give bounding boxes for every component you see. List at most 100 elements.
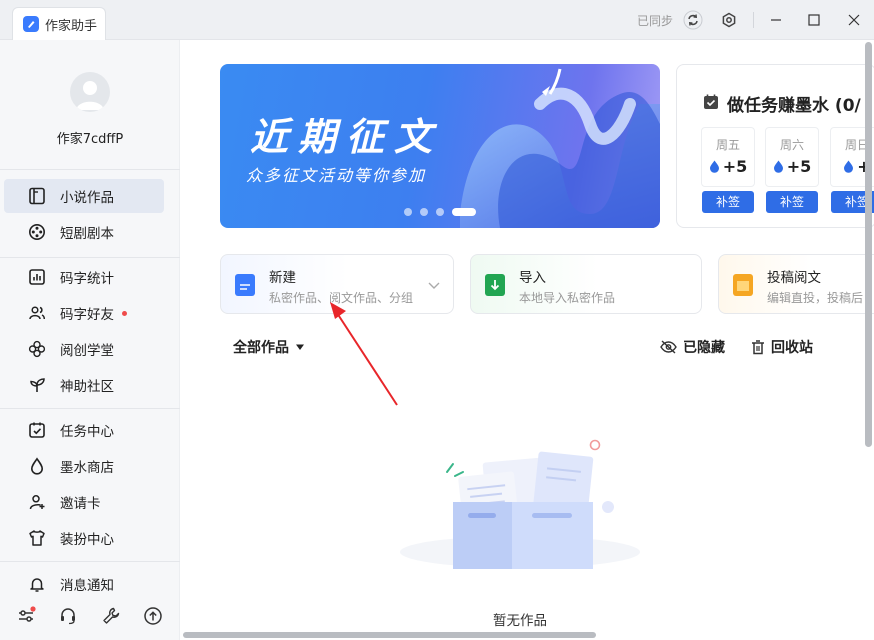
hidden-works-link[interactable]: 已隐藏 xyxy=(660,337,725,357)
sync-icon[interactable] xyxy=(682,9,704,31)
calendar-check-icon xyxy=(29,422,45,438)
book-icon xyxy=(29,187,45,205)
ink-drop-icon xyxy=(844,160,854,173)
annotation-arrow xyxy=(330,302,398,406)
nav-divider xyxy=(0,561,180,562)
title-bar: 作家助手 已同步 xyxy=(0,0,874,40)
sidebar-item-label: 装扮中心 xyxy=(60,532,114,548)
makeup-checkin-button[interactable]: 补签 xyxy=(766,191,818,213)
add-user-icon xyxy=(29,495,45,510)
import-card[interactable]: 导入 本地导入私密作品 xyxy=(470,254,702,314)
sidebar-item-dressup[interactable]: 装扮中心 xyxy=(4,521,164,555)
sprout-icon xyxy=(30,378,45,392)
import-icon xyxy=(485,274,505,296)
sidebar-item-novels[interactable]: 小说作品 xyxy=(4,179,164,213)
works-filter-dropdown[interactable]: 全部作品 xyxy=(233,337,305,357)
new-document-icon xyxy=(235,274,255,296)
sidebar-item-notifications[interactable]: 消息通知 xyxy=(4,567,164,601)
sync-status: 已同步 xyxy=(637,14,674,28)
banner-subtitle: 众多征文活动等你参加 xyxy=(246,166,427,185)
sidebar-item-label: 消息通知 xyxy=(60,578,114,594)
sidebar-item-label: 任务中心 xyxy=(60,424,114,440)
nav-divider xyxy=(0,169,180,170)
sidebar-item-tasks[interactable]: 任务中心 xyxy=(4,413,164,447)
sidebar-item-label: 码字统计 xyxy=(60,271,114,287)
vertical-scrollbar[interactable] xyxy=(865,42,872,447)
upload-icon[interactable] xyxy=(142,605,164,627)
import-title: 导入 xyxy=(519,270,546,286)
sidebar-item-label: 神助社区 xyxy=(60,379,114,395)
app-tab[interactable]: 作家助手 xyxy=(12,7,106,40)
ink-drop-icon xyxy=(30,457,44,475)
minimize-icon[interactable] xyxy=(765,9,787,31)
close-icon[interactable] xyxy=(843,9,865,31)
ink-drop-icon xyxy=(709,160,719,173)
settings-icon[interactable] xyxy=(718,9,740,31)
sidebar-item-label: 邀请卡 xyxy=(60,496,101,512)
sidebar-item-scripts[interactable]: 短剧剧本 xyxy=(4,215,164,249)
headset-icon[interactable] xyxy=(57,605,79,627)
sidebar-item-label: 小说作品 xyxy=(60,190,114,206)
app-logo-icon xyxy=(23,16,39,32)
empty-state-text: 暂无作品 xyxy=(493,613,547,629)
sidebar-item-stats[interactable]: 码字统计 xyxy=(4,260,164,294)
makeup-checkin-button[interactable]: 补签 xyxy=(702,191,754,213)
flower-icon xyxy=(28,340,46,358)
calendar-check-icon xyxy=(704,94,718,109)
horizontal-scrollbar[interactable] xyxy=(183,632,596,638)
carousel-dot-active[interactable] xyxy=(452,208,476,216)
ink-drop-icon xyxy=(773,160,783,173)
banner-title: 近期征文 xyxy=(250,115,443,159)
wrench-icon[interactable] xyxy=(100,605,122,627)
submit-title: 投稿阅文 xyxy=(767,270,821,286)
sidebar-item-label: 码字好友 xyxy=(60,307,114,323)
day-name: 周五 xyxy=(715,138,740,152)
works-filter-label: 全部作品 xyxy=(233,340,289,356)
carousel-dot[interactable] xyxy=(404,208,412,216)
day-name: 周六 xyxy=(779,138,804,152)
sidebar-item-label: 墨水商店 xyxy=(60,460,114,476)
sidebar-item-invite[interactable]: 邀请卡 xyxy=(4,485,164,519)
sidebar-item-community[interactable]: 神助社区 xyxy=(4,368,164,402)
bar-chart-icon xyxy=(29,269,45,285)
recycle-bin-link[interactable]: 回收站 xyxy=(751,337,813,357)
tab-title: 作家助手 xyxy=(45,18,98,34)
trash-icon xyxy=(752,339,764,354)
maximize-icon[interactable] xyxy=(803,9,825,31)
sidebar-item-label: 短剧剧本 xyxy=(60,226,114,242)
username[interactable]: 作家7cdffP xyxy=(0,128,180,147)
film-reel-icon xyxy=(29,224,45,240)
recycle-bin-label: 回收站 xyxy=(771,340,813,356)
empty-box-illustration xyxy=(400,439,640,569)
tshirt-icon xyxy=(29,530,45,546)
new-work-title: 新建 xyxy=(269,270,296,286)
submit-subtitle: 编辑直投，投稿后 xyxy=(767,291,864,305)
users-icon xyxy=(29,306,46,320)
task-card: 做任务赚墨水 (0/ 周五 +5 补签 周六 +5 补签 周日 + 补签 xyxy=(676,64,874,228)
sidebar-item-label: 阅创学堂 xyxy=(60,343,114,359)
import-subtitle: 本地导入私密作品 xyxy=(519,291,616,305)
task-title: 做任务赚墨水 (0/ xyxy=(727,96,861,116)
sidebar-item-ink-store[interactable]: 墨水商店 xyxy=(4,449,164,483)
nav-divider xyxy=(0,257,180,258)
day-reward: +5 xyxy=(722,157,748,176)
submit-card[interactable]: 投稿阅文 编辑直投，投稿后 xyxy=(718,254,874,314)
caret-down-icon xyxy=(296,344,304,350)
checkin-day-card: 周六 +5 xyxy=(765,127,819,187)
chevron-down-icon[interactable] xyxy=(427,278,441,292)
sliders-icon[interactable] xyxy=(15,605,37,627)
day-reward: +5 xyxy=(786,157,812,176)
hidden-works-label: 已隐藏 xyxy=(683,340,725,356)
contest-banner[interactable]: 近期征文 众多征文活动等你参加 xyxy=(220,64,660,228)
avatar[interactable] xyxy=(70,72,110,112)
bell-icon xyxy=(30,578,44,592)
sidebar-item-academy[interactable]: 阅创学堂 xyxy=(4,332,164,366)
titlebar-divider xyxy=(753,12,754,28)
carousel-indicators xyxy=(404,208,476,216)
sidebar-item-friends[interactable]: 码字好友 xyxy=(4,296,164,330)
eye-off-icon xyxy=(660,340,677,354)
nav-divider xyxy=(0,408,180,409)
carousel-dot[interactable] xyxy=(420,208,428,216)
carousel-dot[interactable] xyxy=(436,208,444,216)
notification-dot xyxy=(122,310,127,316)
